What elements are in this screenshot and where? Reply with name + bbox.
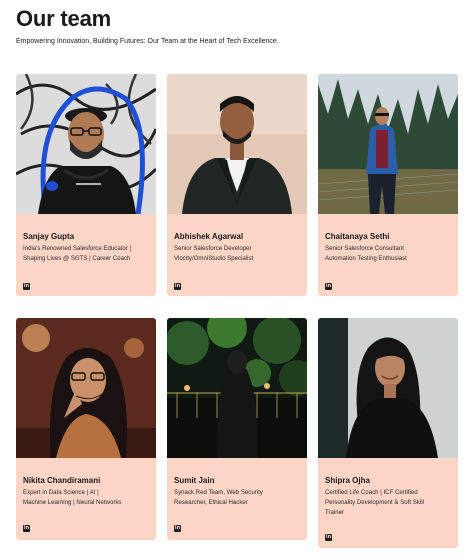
description-line: Personality Development & Soft Skill xyxy=(325,499,424,506)
member-name: Sumit Jain xyxy=(174,476,215,485)
profile-photo xyxy=(16,318,156,458)
member-name: Shipra Ojha xyxy=(325,476,370,485)
member-description: India's Renowned Salesforce Educator | S… xyxy=(23,244,151,264)
description-line: Vlocity/OmniStudio Specialist xyxy=(174,255,254,262)
profile-photo xyxy=(318,318,458,458)
linkedin-icon[interactable]: in xyxy=(325,283,332,290)
team-card-abhishek-agarwal: Abhishek Agarwal Senior Salesforce Devel… xyxy=(167,74,307,296)
description-line: Expert in Data Science | AI | xyxy=(23,489,99,496)
description-line: India's Renowned Salesforce Educator | xyxy=(23,245,132,252)
description-line: Automation Testing Enthusiast xyxy=(325,255,407,262)
team-card-shipra-ojha: Shipra Ojha Certified Life Coach | ICF C… xyxy=(318,318,458,548)
profile-photo xyxy=(318,74,458,214)
profile-photo xyxy=(167,74,307,214)
description-line: Researcher, Ethical Hacker xyxy=(174,499,248,506)
profile-photo xyxy=(16,74,156,214)
member-description: Senior Salesforce Consultant Automation … xyxy=(325,244,453,264)
linkedin-icon[interactable]: in xyxy=(174,283,181,290)
team-card-sumit-jain: Sumit Jain Synack Red Team, Web Security… xyxy=(167,318,307,540)
profile-photo xyxy=(167,318,307,458)
description-line: Shaping Lives @ SGTS | Career Coach xyxy=(23,255,131,262)
linkedin-icon[interactable]: in xyxy=(174,525,181,532)
linkedin-icon[interactable]: in xyxy=(23,283,30,290)
page-subtitle: Empowering Innovation, Building Futures:… xyxy=(16,38,279,45)
description-line: Senior Salesforce Consultant xyxy=(325,245,404,252)
member-name: Nikita Chandiramani xyxy=(23,476,101,485)
team-card-nikita-chandiramani: Nikita Chandiramani Expert in Data Scien… xyxy=(16,318,156,540)
linkedin-icon[interactable]: in xyxy=(325,534,332,541)
team-card-chaitanaya-sethi: Chaitanaya Sethi Senior Salesforce Consu… xyxy=(318,74,458,296)
linkedin-icon[interactable]: in xyxy=(23,525,30,532)
description-line: Synack Red Team, Web Security xyxy=(174,489,263,496)
description-line: Trainer xyxy=(325,509,345,516)
page-title: Our team xyxy=(16,6,111,31)
member-description: Expert in Data Science | AI | Machine Le… xyxy=(23,488,151,508)
member-description: Senior Salesforce Developer Vlocity/Omni… xyxy=(174,244,302,264)
member-description: Certified Life Coach | ICF Certified Per… xyxy=(325,488,453,518)
team-card-sanjay-gupta: Sanjay Gupta India's Renowned Salesforce… xyxy=(16,74,156,296)
member-name: Sanjay Gupta xyxy=(23,232,75,241)
description-line: Machine Learning | Neural Networks xyxy=(23,499,122,506)
member-name: Chaitanaya Sethi xyxy=(325,232,390,241)
member-description: Synack Red Team, Web Security Researcher… xyxy=(174,488,302,508)
member-name: Abhishek Agarwal xyxy=(174,232,244,241)
description-line: Senior Salesforce Developer xyxy=(174,245,252,252)
description-line: Certified Life Coach | ICF Certified xyxy=(325,489,418,496)
